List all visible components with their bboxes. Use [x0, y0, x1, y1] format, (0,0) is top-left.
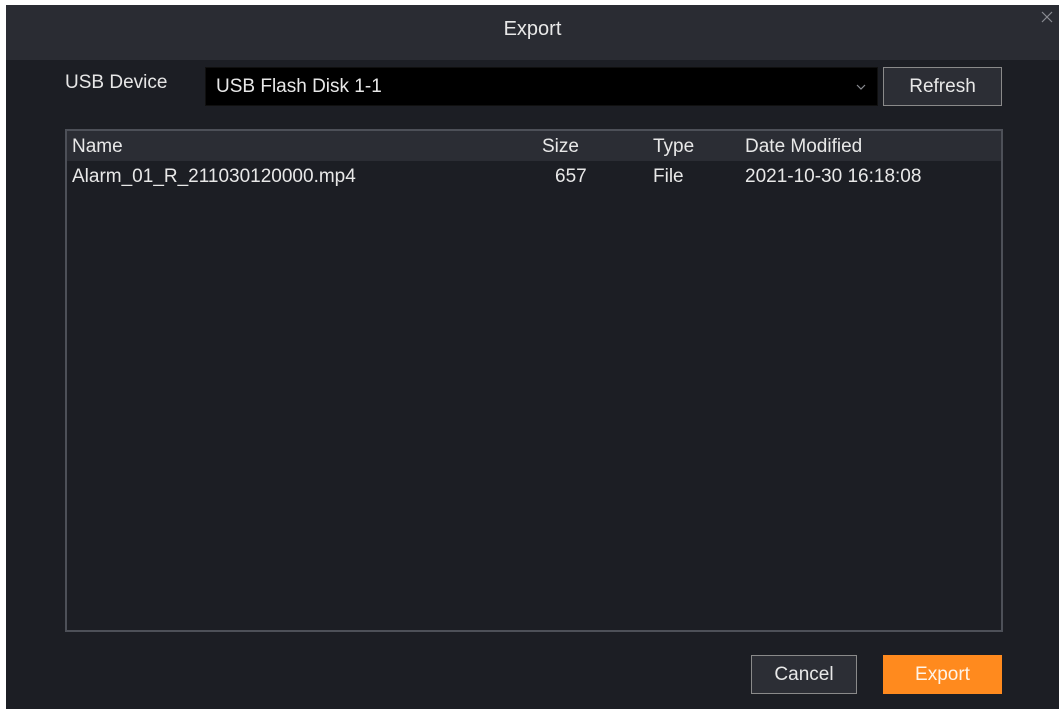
file-name-cell: Alarm_01_R_211030120000.mp4 [72, 166, 356, 187]
usb-device-select[interactable]: USB Flash Disk 1-1 [205, 67, 878, 106]
usb-device-label: USB Device [65, 72, 168, 93]
export-dialog: Export USB Device USB Flash Disk 1-1 Ref… [6, 5, 1059, 709]
file-size-cell: 657 [555, 166, 587, 187]
file-table: Name Size Type Date Modified Alarm_01_R_… [65, 129, 1003, 632]
column-header-type[interactable]: Type [653, 136, 694, 158]
chevron-down-icon[interactable] [855, 82, 867, 92]
table-row[interactable]: Alarm_01_R_211030120000.mp4 657 File 202… [67, 161, 1001, 189]
column-header-size[interactable]: Size [542, 136, 579, 158]
file-type-cell: File [653, 166, 684, 187]
column-header-name[interactable]: Name [72, 136, 123, 158]
table-header: Name Size Type Date Modified [67, 131, 1001, 161]
cancel-button[interactable]: Cancel [751, 655, 857, 694]
file-date-cell: 2021-10-30 16:18:08 [745, 166, 922, 187]
dialog-title: Export [503, 18, 562, 40]
close-icon[interactable] [1039, 9, 1055, 25]
dialog-titlebar: Export [6, 5, 1059, 60]
export-button[interactable]: Export [883, 655, 1002, 694]
refresh-button[interactable]: Refresh [883, 67, 1002, 106]
column-header-date-modified[interactable]: Date Modified [745, 136, 862, 158]
usb-device-selected-value: USB Flash Disk 1-1 [216, 76, 382, 97]
